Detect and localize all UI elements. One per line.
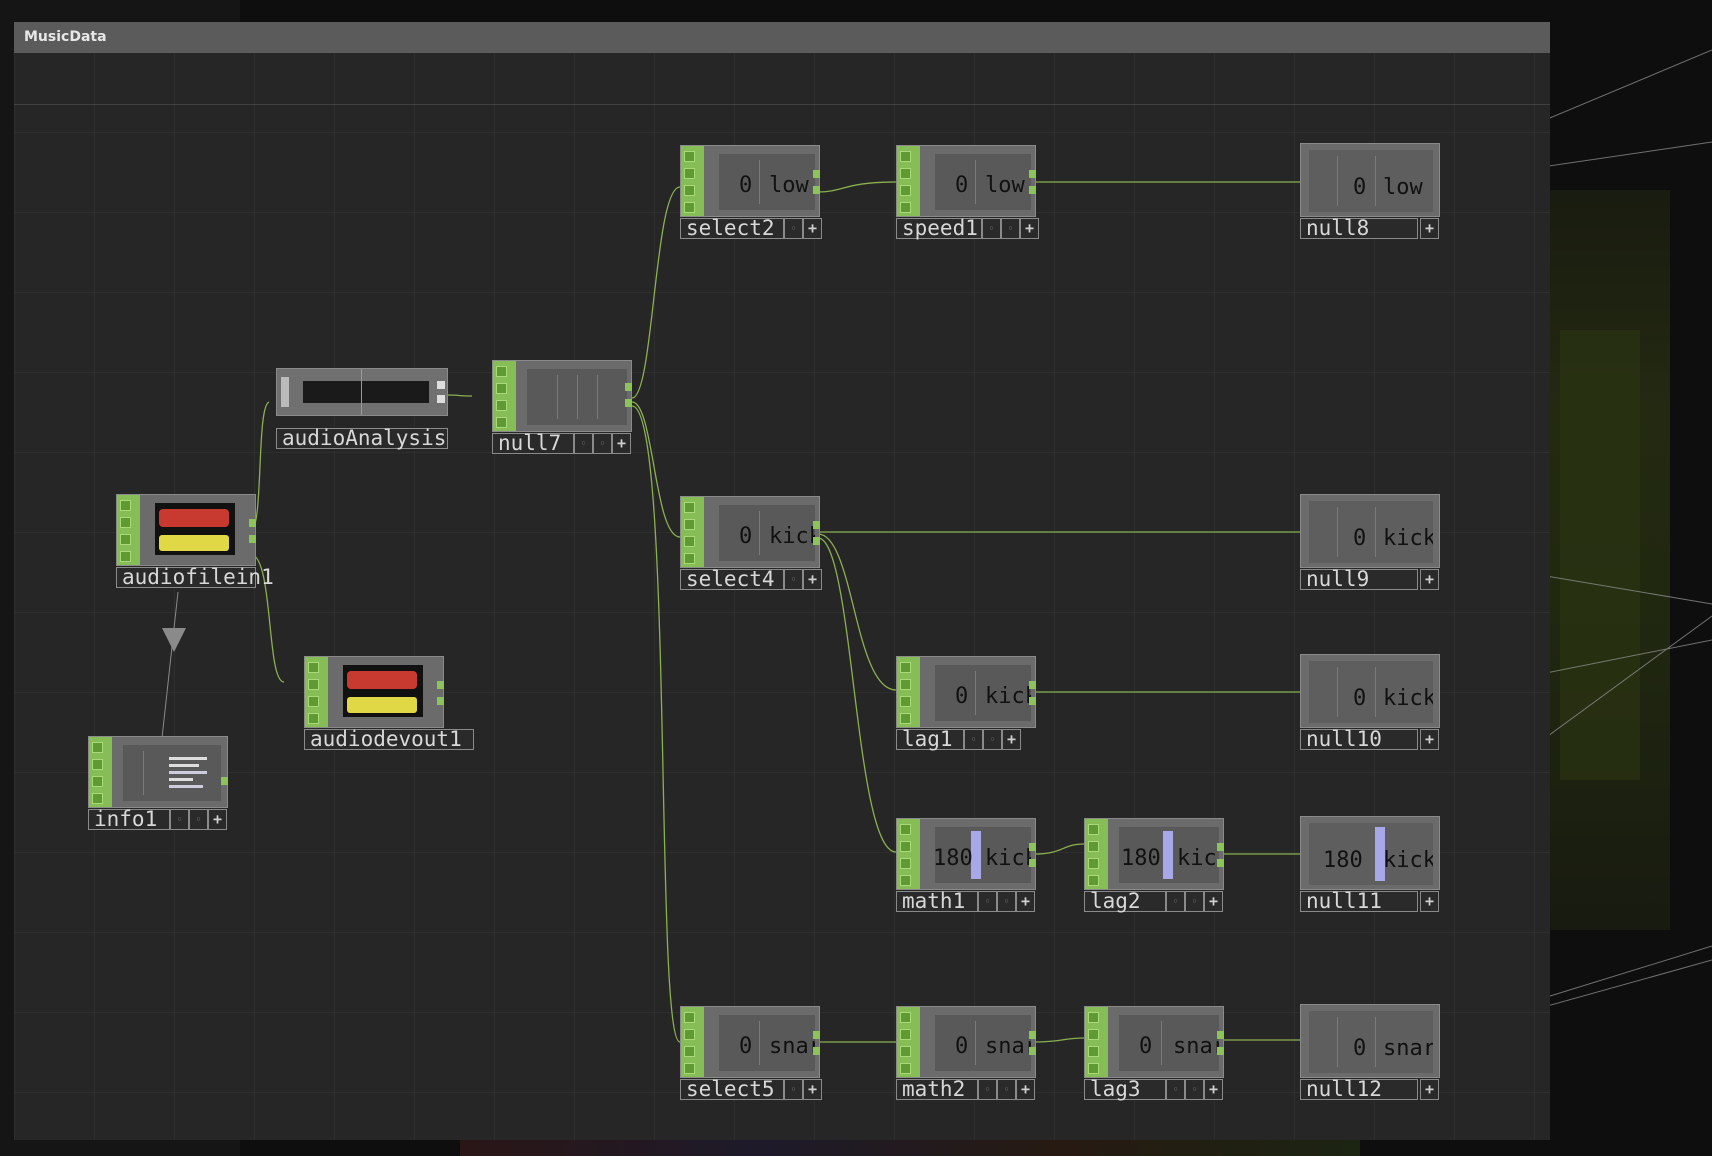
node-label: audiofilein1 bbox=[116, 567, 274, 588]
node-label: audiodevout1 bbox=[304, 729, 474, 750]
node-label: lag2 bbox=[1084, 891, 1166, 912]
node-label: select4 bbox=[680, 569, 784, 590]
node-label: null12 bbox=[1300, 1079, 1418, 1100]
node-label: null11 bbox=[1300, 891, 1418, 912]
node-label: null9 bbox=[1300, 569, 1418, 590]
node-label: select2 bbox=[680, 218, 784, 239]
node-label: info1 bbox=[88, 809, 170, 830]
node-label: speed1 bbox=[896, 218, 982, 239]
node-label: lag3 bbox=[1084, 1079, 1166, 1100]
node-label: null10 bbox=[1300, 729, 1418, 750]
audio-thumbnail bbox=[155, 503, 235, 555]
node-label: audioAnalysis bbox=[276, 428, 448, 449]
network-panel: MusicData 0 low select2 ◦ + 0 low speed1… bbox=[14, 22, 1550, 1140]
node-label: math1 bbox=[896, 891, 978, 912]
node-label: null8 bbox=[1300, 218, 1418, 239]
node-label: select5 bbox=[680, 1079, 784, 1100]
node-label: math2 bbox=[896, 1079, 978, 1100]
node-label: null7 bbox=[492, 433, 574, 454]
audio-thumbnail bbox=[343, 665, 423, 717]
node-label: lag1 bbox=[896, 729, 964, 750]
